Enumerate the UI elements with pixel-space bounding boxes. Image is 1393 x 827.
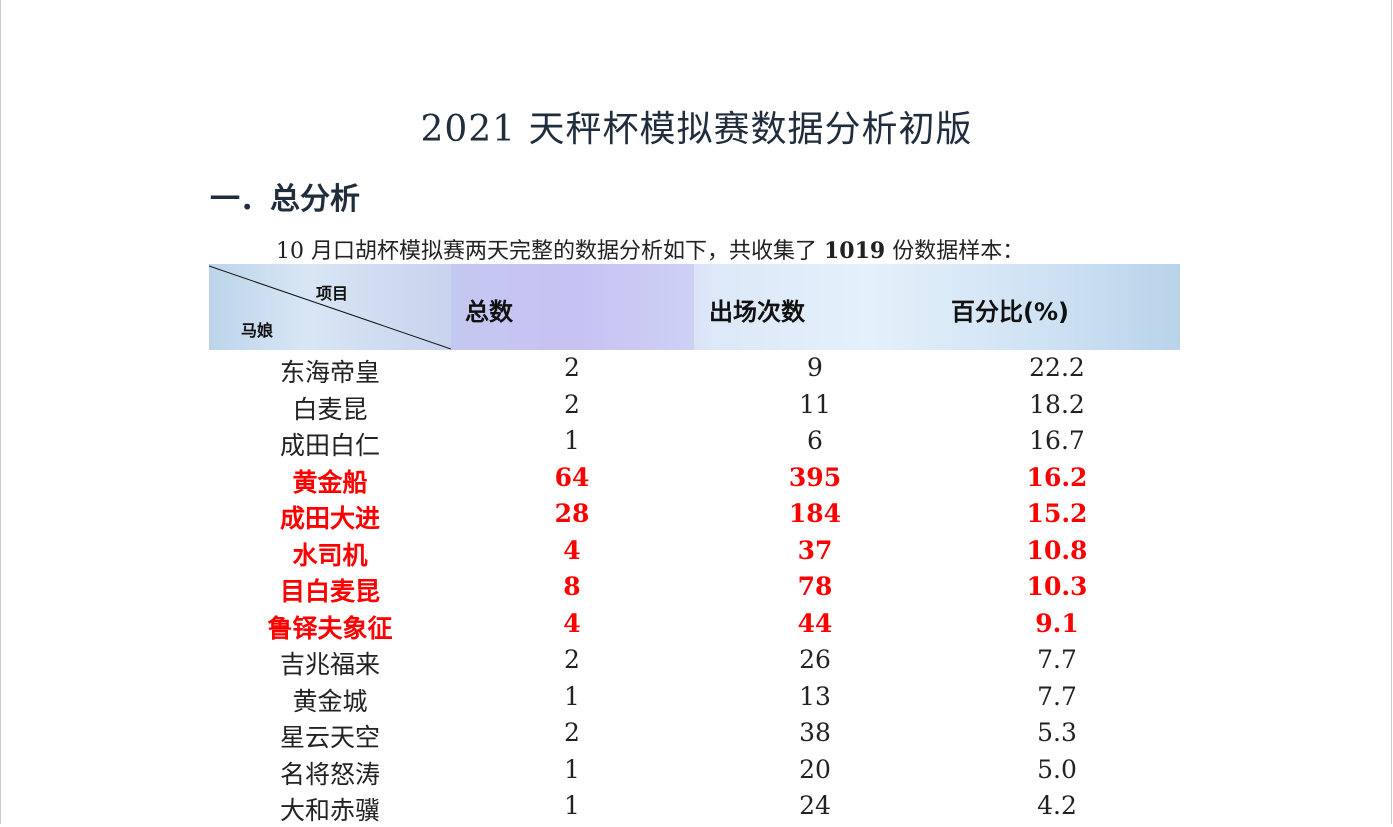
cell-percent: 9.1 — [1035, 608, 1079, 638]
cell-horse-name: 白麦昆 — [292, 394, 368, 424]
intro-paragraph: 10 月口胡杯模拟赛两天完整的数据分析如下，共收集了 1019 份数据样本： — [276, 233, 1024, 265]
cell-total: 1 — [564, 426, 580, 455]
table-row: 成田白仁 1 6 16.7 — [209, 424, 1180, 461]
table-row: 吉兆福来 2 26 7.7 — [209, 643, 1180, 680]
header-appearances: 出场次数 — [709, 298, 805, 326]
cell-appearances: 24 — [799, 791, 831, 820]
cell-total: 4 — [563, 608, 581, 638]
intro-sample-count: 1019 — [823, 238, 886, 264]
cell-appearances: 38 — [799, 718, 831, 747]
cell-percent: 10.8 — [1026, 535, 1088, 565]
cell-appearances: 11 — [799, 389, 831, 419]
cell-percent: 10.3 — [1026, 572, 1088, 601]
cell-total: 1 — [564, 754, 580, 784]
cell-appearances: 78 — [797, 572, 833, 601]
intro-prefix: 10 月口胡杯模拟赛两天完整的数据分析如下，共收集了 — [276, 239, 824, 264]
cell-horse-name: 吉兆福来 — [279, 650, 380, 679]
cell-total: 2 — [564, 389, 580, 419]
cell-horse-name: 鲁铎夫象征 — [267, 613, 393, 643]
section-heading: 一．总分析 — [210, 182, 360, 217]
cell-percent: 7.7 — [1037, 645, 1077, 674]
table-header: 项目 马娘 总数 出场次数 百分比(%) — [209, 264, 1180, 350]
cell-percent: 22.2 — [1029, 353, 1085, 382]
header-total: 总数 — [465, 298, 513, 326]
cell-appearances: 26 — [799, 645, 831, 674]
table-row: 白麦昆 2 11 18.2 — [209, 388, 1180, 425]
cell-appearances: 44 — [797, 608, 833, 638]
cell-percent: 7.7 — [1037, 681, 1077, 711]
table-row: 大和赤骥 1 24 4.2 — [209, 789, 1180, 826]
cell-percent: 5.3 — [1037, 718, 1077, 747]
cell-horse-name: 黄金城 — [292, 686, 368, 716]
cell-total: 4 — [563, 535, 581, 565]
cell-total: 64 — [554, 462, 590, 492]
table-row: 名将怒涛 1 20 5.0 — [209, 753, 1180, 790]
table-row: 东海帝皇 2 9 22.2 — [209, 351, 1180, 388]
cell-horse-name: 星云天空 — [279, 723, 380, 752]
cell-total: 1 — [564, 791, 580, 820]
cell-appearances: 395 — [788, 462, 842, 492]
cell-percent: 5.0 — [1037, 754, 1077, 784]
table-row: 黄金船 64 395 16.2 — [209, 461, 1180, 498]
cell-appearances: 9 — [807, 353, 823, 382]
cell-horse-name: 成田白仁 — [279, 431, 380, 460]
cell-appearances: 6 — [807, 426, 823, 455]
cell-total: 8 — [563, 572, 581, 601]
table-row: 黄金城 1 13 7.7 — [209, 680, 1180, 717]
cell-total: 1 — [564, 681, 580, 711]
cell-percent: 16.2 — [1026, 462, 1088, 492]
table-row: 成田大进 28 184 15.2 — [209, 497, 1180, 534]
table-row: 星云天空 2 38 5.3 — [209, 716, 1180, 753]
header-corner-item-label: 项目 — [316, 284, 349, 303]
cell-appearances: 37 — [797, 535, 833, 565]
cell-percent: 16.7 — [1029, 426, 1085, 455]
cell-horse-name: 目白麦昆 — [279, 577, 380, 606]
cell-appearances: 184 — [788, 499, 842, 528]
cell-percent: 4.2 — [1037, 791, 1077, 820]
cell-total: 28 — [554, 499, 590, 528]
cell-horse-name: 东海帝皇 — [279, 358, 380, 387]
table-row: 鲁铎夫象征 4 44 9.1 — [209, 607, 1180, 644]
cell-appearances: 13 — [799, 681, 831, 711]
cell-total: 2 — [564, 718, 580, 747]
document-title: 2021 天秤杯模拟赛数据分析初版 — [420, 109, 973, 150]
cell-total: 2 — [564, 353, 580, 382]
table-row: 目白麦昆 8 78 10.3 — [209, 570, 1180, 607]
cell-horse-name: 水司机 — [292, 540, 368, 570]
cell-percent: 18.2 — [1029, 389, 1085, 419]
cell-appearances: 20 — [799, 754, 831, 784]
cell-horse-name: 大和赤骥 — [279, 796, 380, 825]
header-percent: 百分比(%) — [951, 298, 1069, 326]
table-row: 水司机 4 37 10.8 — [209, 534, 1180, 571]
table-body: 东海帝皇 2 9 22.2 白麦昆 2 11 18.2 成田白仁 1 6 16.7 黄金船 64 395 16… — [209, 351, 1180, 826]
cell-percent: 15.2 — [1026, 499, 1088, 528]
cell-horse-name: 成田大进 — [279, 504, 380, 533]
intro-suffix: 份数据样本： — [885, 239, 1025, 264]
cell-horse-name: 黄金船 — [292, 467, 368, 497]
cell-horse-name: 名将怒涛 — [279, 759, 380, 789]
cell-total: 2 — [564, 645, 580, 674]
header-corner-horse-label: 马娘 — [241, 321, 274, 340]
